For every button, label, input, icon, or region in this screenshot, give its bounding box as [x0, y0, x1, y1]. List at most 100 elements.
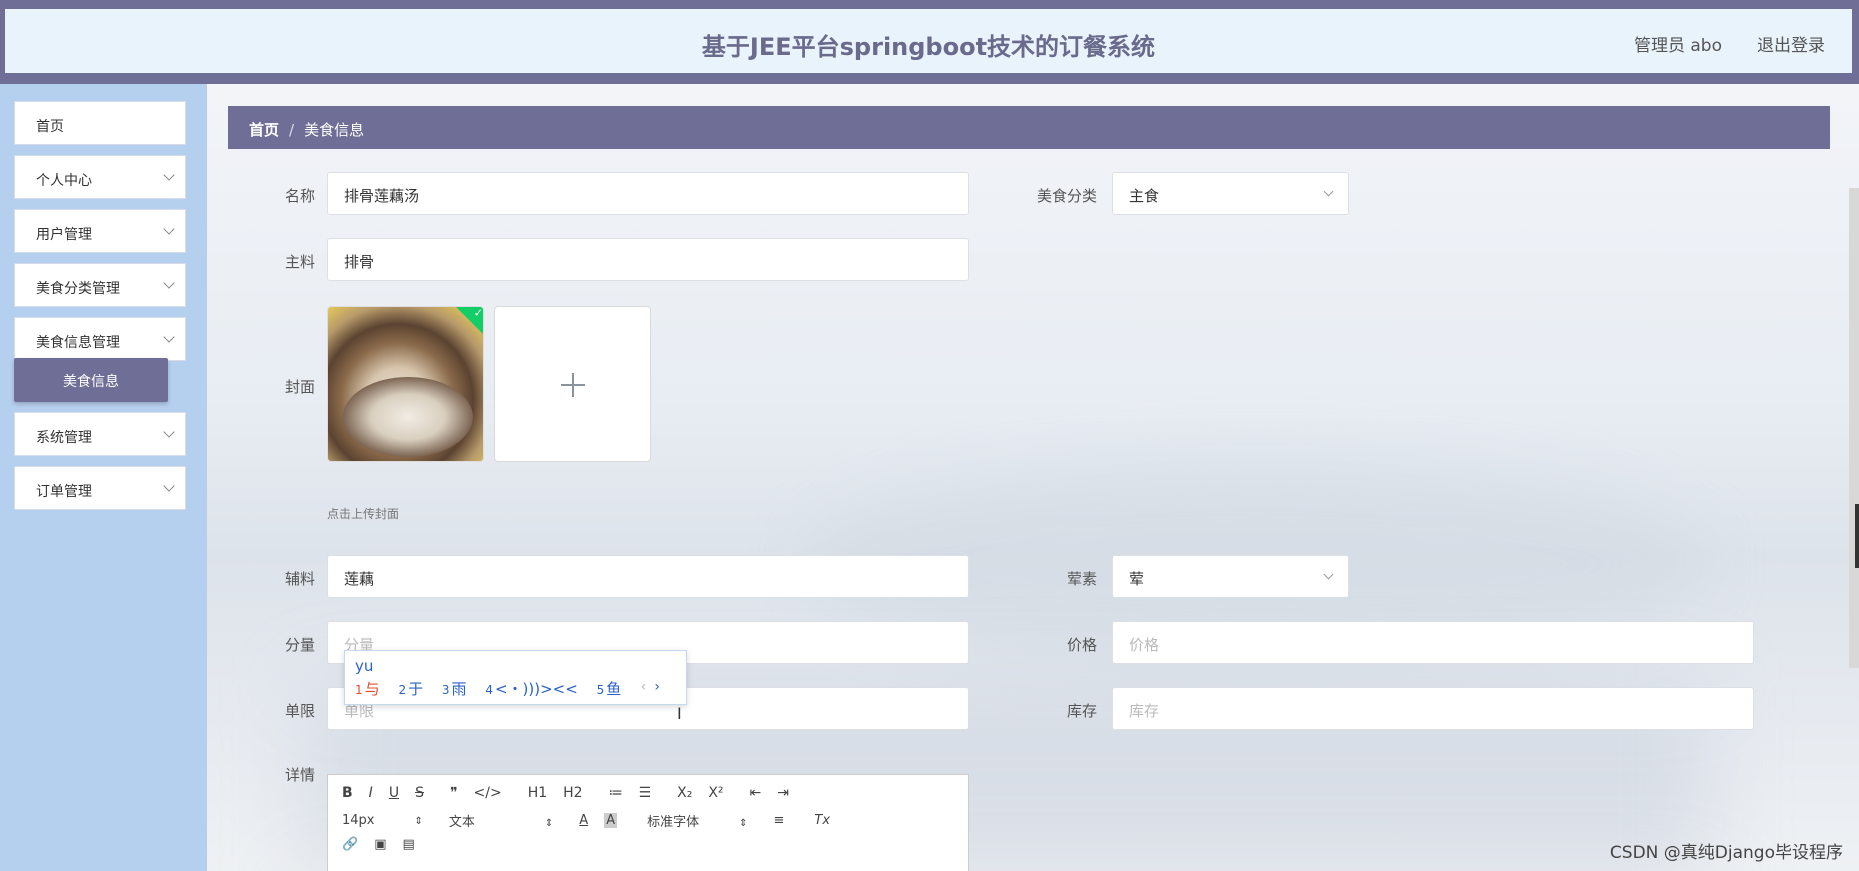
editor-toolbar-row-1: B I U S ❞ </> H1 H2 ≔ ☰ X₂ X² ⇤ ⇥ [342, 785, 805, 801]
side-ingredient-label: 辅料 [284, 570, 315, 588]
chevron-down-icon [163, 277, 175, 289]
name-input[interactable]: 排骨莲藕汤 [327, 172, 969, 215]
superscript-button[interactable]: X² [708, 785, 723, 801]
price-input[interactable]: 价格 [1112, 621, 1754, 664]
font-size-select[interactable]: 14px ⇕ [342, 813, 423, 828]
sidebar-item-personal-center[interactable]: 个人中心 [14, 155, 186, 199]
sidebar-item-label: 美食信息管理 [36, 335, 120, 351]
video-button[interactable]: ▤ [402, 837, 414, 852]
main-ingredient-input[interactable]: 排骨 [327, 238, 969, 281]
chevron-down-icon [163, 426, 175, 438]
breadcrumb-home[interactable]: 首页 [249, 121, 279, 139]
image-button[interactable]: ▣ [374, 837, 386, 852]
header-select-value: 文本 [448, 815, 475, 830]
meat-veg-value: 荤 [1129, 570, 1145, 588]
scrollbar-track[interactable] [1849, 188, 1859, 668]
ime-candidate[interactable]: 雨 [452, 680, 467, 698]
ime-candidate-number: 5 [596, 683, 605, 697]
background-color-button[interactable]: A [604, 813, 618, 828]
chevron-down-icon [1323, 569, 1334, 580]
ime-candidate-number: 4 [485, 683, 493, 697]
code-block-button[interactable]: </> [474, 785, 502, 801]
bullet-list-button[interactable]: ☰ [639, 785, 652, 801]
bold-button[interactable]: B [342, 785, 353, 801]
subscript-button[interactable]: X₂ [677, 785, 692, 801]
price-label: 价格 [1066, 636, 1097, 654]
sidebar-item-user-management[interactable]: 用户管理 [14, 209, 186, 253]
ime-candidate[interactable]: 与 [365, 680, 380, 698]
upload-cover-button[interactable] [494, 306, 651, 462]
sidebar-item-label: 订单管理 [36, 484, 92, 500]
blockquote-button[interactable]: ❞ [450, 785, 458, 801]
ime-candidates: 1与 2于 3雨 4 <・)))><< 5鱼 [355, 678, 635, 699]
sidebar-item-label: 美食分类管理 [36, 281, 120, 297]
breadcrumb-current: 美食信息 [304, 121, 365, 139]
align-button[interactable]: ≡ [774, 813, 785, 828]
name-label: 名称 [284, 187, 315, 205]
sidebar-item-food-info-management[interactable]: 美食信息管理 [14, 317, 186, 361]
ordered-list-button[interactable]: ≔ [609, 785, 623, 801]
sidebar-item-system-management[interactable]: 系统管理 [14, 412, 186, 456]
check-icon: ✓ [473, 306, 483, 320]
sidebar-subitem-food-info[interactable]: 美食信息 [14, 358, 168, 402]
admin-label: 管理员 abo [1633, 36, 1722, 56]
ime-next-button[interactable]: › [654, 679, 660, 695]
sidebar-item-label: 系统管理 [36, 430, 92, 446]
h1-button[interactable]: H1 [528, 785, 547, 801]
strike-button[interactable]: S [415, 785, 424, 801]
details-label: 详情 [284, 766, 315, 784]
underline-button[interactable]: U [389, 785, 399, 801]
ime-candidate[interactable]: <・)))><< [495, 680, 578, 698]
ime-candidate[interactable]: 鱼 [606, 680, 621, 698]
outdent-button[interactable]: ⇤ [750, 785, 762, 801]
category-select[interactable]: 主食 [1112, 172, 1349, 215]
clear-format-button[interactable]: Tx [814, 813, 830, 828]
italic-button[interactable]: I [369, 785, 373, 801]
font-family-select[interactable]: 标准字体 ⇕ [647, 811, 747, 830]
h2-button[interactable]: H2 [563, 785, 582, 801]
text-cursor-icon: I [677, 704, 682, 723]
cover-image[interactable]: ✓ [327, 306, 484, 462]
main-ingredient-label: 主料 [284, 253, 315, 271]
chevron-down-icon [163, 223, 175, 235]
rich-text-editor[interactable]: B I U S ❞ </> H1 H2 ≔ ☰ X₂ X² ⇤ ⇥ 14px ⇕ … [327, 774, 969, 871]
main-content: 首页 / 美食信息 名称 排骨莲藕汤 美食分类 主食 主料 排骨 封面 ✓ 点击上传… [207, 84, 1859, 871]
ime-candidate[interactable]: 于 [408, 680, 423, 698]
chevron-down-icon [163, 480, 175, 492]
indent-button[interactable]: ⇥ [777, 785, 789, 801]
sidebar-item-order-management[interactable]: 订单管理 [14, 466, 186, 510]
uploaded-badge: ✓ [456, 306, 483, 336]
chevron-down-icon [163, 331, 175, 343]
app-title: 基于JEE平台springboot技术的订餐系统 [701, 33, 1156, 61]
link-button[interactable]: 🔗 [342, 837, 358, 852]
food-photo [343, 377, 473, 457]
select-arrows-icon: ⇕ [739, 818, 748, 829]
ime-prev-button[interactable]: ‹ [641, 679, 647, 695]
ime-candidate-number: 3 [441, 683, 450, 697]
logout-button[interactable]: 退出登录 [1757, 31, 1825, 56]
chevron-down-icon [163, 169, 175, 181]
meat-veg-label: 荤素 [1066, 570, 1097, 588]
sidebar-item-label: 个人中心 [36, 173, 92, 189]
font-family-value: 标准字体 [647, 815, 700, 830]
meat-veg-select[interactable]: 荤 [1112, 555, 1349, 598]
sidebar: 首页 个人中心 用户管理 美食分类管理 美食信息管理 美食信息 系统管理 订单管… [0, 84, 207, 871]
side-ingredient-input[interactable]: 莲藕 [327, 555, 969, 598]
cover-label: 封面 [284, 378, 315, 396]
select-arrows-icon: ⇕ [414, 816, 423, 827]
header-select[interactable]: 文本 ⇕ [449, 811, 553, 830]
ime-page-nav: ‹ › [641, 679, 660, 695]
ime-candidate-number: 1 [355, 683, 363, 697]
chevron-down-icon [1323, 186, 1334, 197]
select-arrows-icon: ⇕ [544, 818, 554, 829]
stock-input[interactable]: 库存 [1112, 687, 1754, 730]
sidebar-item-food-category-management[interactable]: 美食分类管理 [14, 263, 186, 307]
font-color-button[interactable]: A [579, 813, 588, 828]
ime-candidate-number: 2 [398, 683, 407, 697]
scrollbar-thumb[interactable] [1855, 504, 1859, 568]
editor-toolbar-row-2: 14px ⇕ 文本 ⇕ A A 标准字体 ⇕ ≡ Tx [342, 811, 846, 830]
sidebar-item-home[interactable]: 首页 [14, 101, 186, 145]
sidebar-item-label: 用户管理 [36, 227, 92, 243]
ime-typed-text: yu [355, 657, 374, 675]
breadcrumb-separator: / [289, 121, 295, 139]
